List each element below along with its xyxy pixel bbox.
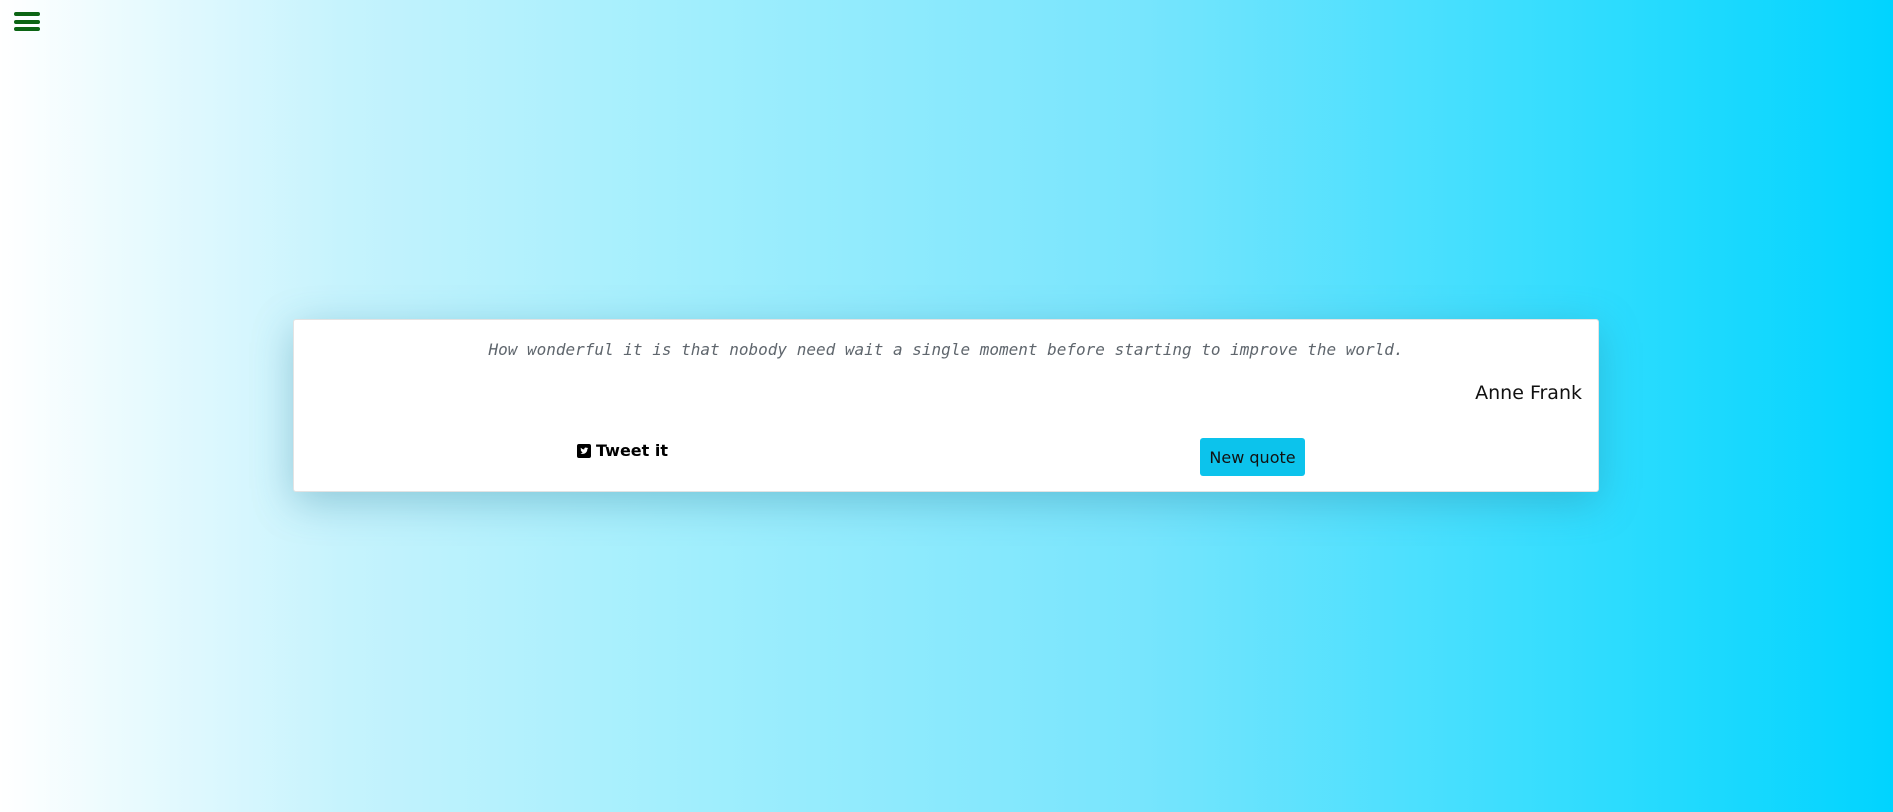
menu-bar-top [14,12,40,16]
quote-text: How wonderful it is that nobody need wai… [488,340,1404,359]
menu-bar-middle [14,19,40,24]
quote-author: Anne Frank [1475,382,1582,404]
tweet-label: Tweet it [596,441,668,460]
tweet-button[interactable]: Tweet it [577,441,668,460]
menu-bar-bottom [14,27,40,31]
hamburger-menu-icon[interactable] [14,12,40,34]
new-quote-button[interactable]: New quote [1200,438,1305,476]
twitter-square-icon [577,443,591,458]
quote-card: How wonderful it is that nobody need wai… [293,319,1599,492]
